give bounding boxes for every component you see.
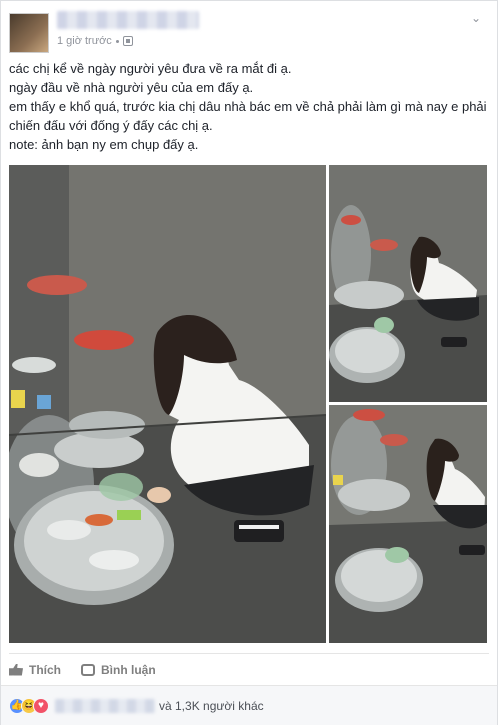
post-text: các chị kể về ngày người yêu đưa về ra m… (9, 59, 489, 154)
reactions-summary[interactable]: và 1,3K người khác (159, 699, 264, 713)
author-name-redacted[interactable] (57, 11, 199, 29)
audience-icon[interactable] (122, 36, 133, 46)
separator-dot-icon (115, 39, 119, 43)
post-photo-main[interactable] (9, 165, 326, 643)
chevron-down-icon[interactable]: ⌄ (467, 11, 485, 25)
author-avatar[interactable] (9, 13, 49, 53)
post-text-line: em thấy e khổ quá, trước kia chị dâu nhà… (9, 99, 487, 133)
reactions-bar[interactable]: 👍 😆 ♥ và 1,3K người khác (1, 685, 497, 725)
like-label: Thích (29, 662, 61, 677)
like-button[interactable]: Thích (9, 663, 61, 677)
post-actions: Thích Bình luận (9, 653, 489, 685)
comment-icon (81, 663, 95, 676)
post-text-line: các chị kể về ngày người yêu đưa về ra m… (9, 61, 292, 76)
post-header: 1 giờ trước ⌄ (9, 7, 489, 53)
love-reaction-icon: ♥ (33, 697, 49, 714)
like-icon (9, 663, 23, 676)
comment-label: Bình luận (101, 662, 156, 677)
reactor-names-redacted[interactable] (55, 698, 155, 713)
post-text-line: note: ảnh bạn ny em chụp đấy ạ. (9, 137, 199, 152)
post-photo-tertiary[interactable] (329, 405, 487, 643)
post-photo-secondary[interactable] (329, 165, 487, 402)
post-timestamp[interactable]: 1 giờ trước (57, 35, 112, 47)
post-meta: 1 giờ trước (57, 35, 133, 47)
comment-button[interactable]: Bình luận (81, 663, 156, 677)
post-text-line: ngày đầu về nhà người yêu của em đấy ạ. (9, 80, 254, 95)
photo-grid (9, 165, 487, 643)
post-card: 1 giờ trước ⌄ các chị kể về ngày người y… (0, 0, 498, 725)
